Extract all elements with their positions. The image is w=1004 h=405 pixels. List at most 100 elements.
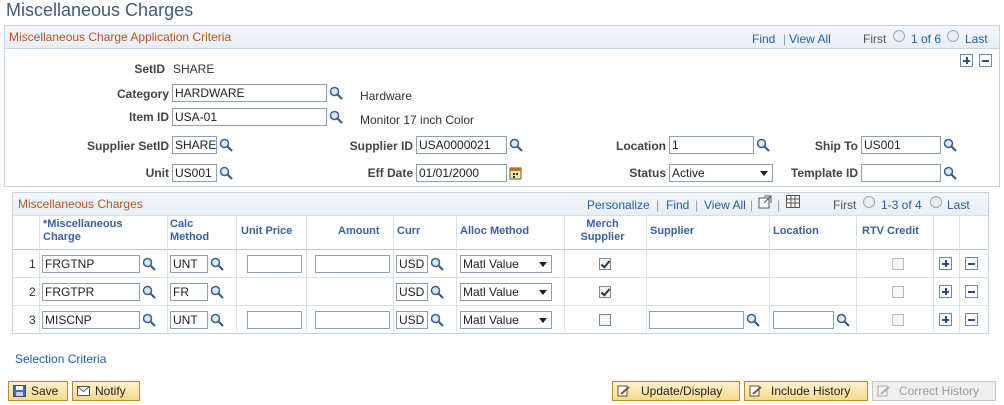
supplier-id-label: Supplier ID — [349, 139, 413, 153]
column-header-amount[interactable]: Amount — [338, 225, 380, 238]
item-lookup-icon[interactable] — [329, 110, 343, 124]
grid-last-link[interactable]: Last — [947, 198, 970, 212]
column-header-calc-method[interactable]: Calc Method — [170, 218, 225, 244]
status-select[interactable]: Active — [669, 164, 773, 182]
delete-row-minus-icon[interactable] — [965, 285, 978, 298]
column-header-curr[interactable]: Curr — [397, 225, 420, 238]
add-row-plus-icon[interactable] — [960, 54, 973, 67]
misc-charge-lookup-icon[interactable] — [142, 257, 156, 271]
row-number: 2 — [29, 285, 36, 299]
new-window-icon[interactable] — [758, 195, 772, 209]
eff-date-input[interactable]: 01/01/2000 — [416, 164, 507, 182]
setid-label: SetID — [134, 62, 165, 76]
supplier-setid-lookup-icon[interactable] — [219, 138, 233, 152]
column-header-misc-charge[interactable]: *Miscellaneous Charge — [43, 218, 143, 244]
supplier-id-lookup-icon[interactable] — [509, 138, 523, 152]
misc-charge-lookup-icon[interactable] — [142, 285, 156, 299]
location-input[interactable]: 1 — [669, 136, 754, 154]
unit-lookup-icon[interactable] — [219, 166, 233, 180]
supplier-id-input[interactable]: USA0000021 — [416, 136, 507, 154]
unit-price-input[interactable] — [247, 311, 302, 329]
delete-row-minus-icon[interactable] — [965, 313, 978, 326]
column-header-rtv-credit[interactable]: RTV Credit — [862, 225, 919, 238]
supplier-setid-input[interactable]: SHARE — [172, 136, 217, 154]
merch-supplier-checkbox[interactable] — [599, 314, 611, 326]
location-lookup-icon[interactable] — [756, 138, 770, 152]
calc-method-input[interactable]: UNT — [170, 311, 208, 329]
category-input[interactable]: HARDWARE — [172, 84, 327, 102]
column-header-location[interactable]: Location — [773, 225, 819, 238]
location-row-lookup-icon[interactable] — [836, 313, 850, 327]
amount-input[interactable] — [315, 255, 390, 273]
calc-method-input[interactable]: FR — [170, 283, 208, 301]
alloc-method-select[interactable]: Matl Value — [460, 311, 552, 329]
previous-arrow-icon[interactable] — [893, 30, 905, 42]
currency-input[interactable]: USD — [396, 311, 428, 329]
rtv-credit-checkbox[interactable] — [892, 258, 904, 270]
supplier-lookup-icon[interactable] — [746, 313, 760, 327]
template-id-input[interactable] — [861, 164, 941, 182]
ship-to-lookup-icon[interactable] — [943, 138, 957, 152]
delete-row-minus-icon[interactable] — [979, 54, 992, 67]
delete-row-minus-icon[interactable] — [965, 257, 978, 270]
calendar-icon[interactable] — [509, 166, 523, 180]
selection-criteria-link[interactable]: Selection Criteria — [15, 352, 106, 366]
correct-history-icon — [877, 385, 890, 397]
column-header-unit-price[interactable]: Unit Price — [241, 225, 292, 238]
criteria-last-link[interactable]: Last — [965, 32, 988, 46]
previous-arrow-icon[interactable] — [863, 196, 875, 208]
calc-method-lookup-icon[interactable] — [210, 285, 224, 299]
merch-supplier-checkbox[interactable] — [599, 258, 611, 270]
currency-input[interactable]: USD — [396, 283, 428, 301]
correct-history-button[interactable]: Correct History — [872, 381, 996, 401]
update-display-button[interactable]: Update/Display — [612, 381, 740, 401]
supplier-input[interactable] — [649, 311, 744, 329]
download-grid-icon[interactable] — [786, 195, 800, 208]
unit-input[interactable]: US001 — [172, 164, 217, 182]
calc-method-input[interactable]: UNT — [170, 255, 208, 273]
save-button[interactable]: Save — [8, 381, 68, 401]
misc-charge-lookup-icon[interactable] — [142, 313, 156, 327]
separator: | — [783, 32, 787, 46]
item-id-input[interactable]: USA-01 — [172, 108, 327, 126]
alloc-method-select[interactable]: Matl Value — [460, 283, 552, 301]
calc-method-lookup-icon[interactable] — [210, 257, 224, 271]
criteria-view-all-link[interactable]: View All — [789, 32, 831, 46]
grid-title: Miscellaneous Charges — [18, 197, 143, 211]
category-lookup-icon[interactable] — [329, 86, 343, 100]
include-history-button[interactable]: Include History — [744, 381, 868, 401]
grid-view-all-link[interactable]: View All — [704, 198, 746, 212]
rtv-credit-checkbox[interactable] — [892, 286, 904, 298]
status-label: Status — [629, 166, 666, 180]
currency-input[interactable]: USD — [396, 255, 428, 273]
column-header-alloc-method[interactable]: Alloc Method — [460, 225, 529, 238]
next-arrow-icon[interactable] — [947, 30, 959, 42]
add-row-plus-icon[interactable] — [939, 313, 952, 326]
rtv-credit-checkbox[interactable] — [892, 314, 904, 326]
column-header-supplier[interactable]: Supplier — [650, 225, 694, 238]
column-header-merch-supplier[interactable]: Merch Supplier — [575, 218, 630, 244]
misc-charge-input[interactable]: MISCNP — [42, 311, 140, 329]
currency-lookup-icon[interactable] — [430, 285, 444, 299]
criteria-panel: Miscellaneous Charge Application Criteri… — [4, 25, 1000, 187]
currency-lookup-icon[interactable] — [430, 313, 444, 327]
grid-find-link[interactable]: Find — [666, 198, 689, 212]
update-display-label: Update/Display — [641, 384, 723, 398]
template-id-lookup-icon[interactable] — [943, 166, 957, 180]
add-row-plus-icon[interactable] — [939, 257, 952, 270]
criteria-find-link[interactable]: Find — [752, 32, 775, 46]
ship-to-input[interactable]: US001 — [861, 136, 941, 154]
add-row-plus-icon[interactable] — [939, 285, 952, 298]
notify-button[interactable]: Notify — [72, 381, 140, 401]
calc-method-lookup-icon[interactable] — [210, 313, 224, 327]
merch-supplier-checkbox[interactable] — [599, 286, 611, 298]
misc-charge-input[interactable]: FRGTPR — [42, 283, 140, 301]
misc-charge-input[interactable]: FRGTNP — [42, 255, 140, 273]
location-row-input[interactable] — [773, 311, 834, 329]
grid-personalize-link[interactable]: Personalize — [587, 198, 650, 212]
currency-lookup-icon[interactable] — [430, 257, 444, 271]
amount-input[interactable] — [315, 311, 390, 329]
unit-price-input[interactable] — [247, 255, 302, 273]
alloc-method-select[interactable]: Matl Value — [460, 255, 552, 273]
next-arrow-icon[interactable] — [930, 196, 942, 208]
